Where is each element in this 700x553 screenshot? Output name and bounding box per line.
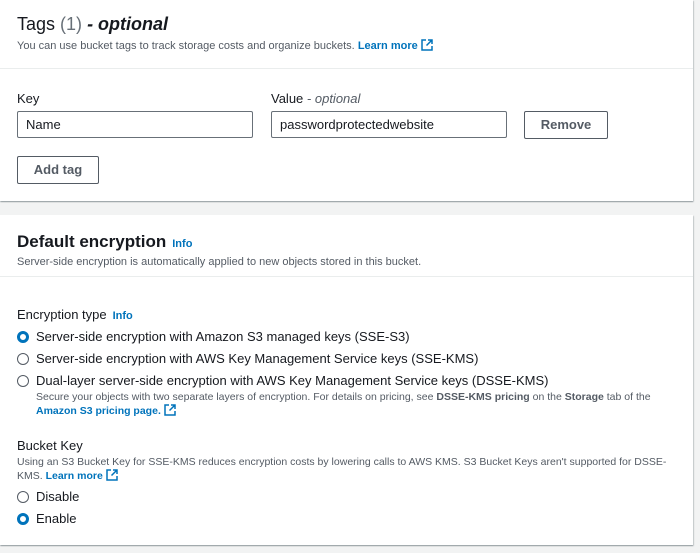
tags-description: You can use bucket tags to track storage… <box>17 39 433 52</box>
external-link-icon <box>420 39 433 51</box>
tags-panel: Tags (1) - optional You can use bucket t… <box>0 0 693 201</box>
tags-optional: - optional <box>87 14 169 34</box>
dsse-kms-pricing-link[interactable]: DSSE-KMS pricing <box>436 391 529 403</box>
encryption-description: Server-side encryption is automatically … <box>17 256 422 268</box>
default-encryption-panel: Default encryption Info Server-side encry… <box>0 215 693 545</box>
external-link-icon <box>106 469 118 481</box>
radio-unselected-icon[interactable] <box>17 374 29 387</box>
encryption-header: Default encryption Info Server-side encry… <box>0 215 693 277</box>
radio-unselected-icon[interactable] <box>17 490 29 503</box>
bucket-key-label: Bucket Key <box>17 438 83 453</box>
encryption-title: Default encryption Info <box>17 232 193 251</box>
value-label: Value - optional <box>271 91 361 106</box>
tag-key-input[interactable]: Name <box>17 111 253 138</box>
s3-pricing-page-link[interactable]: Amazon S3 pricing page. <box>36 404 176 417</box>
external-link-icon <box>164 404 176 416</box>
encryption-type-info-link[interactable]: Info <box>113 310 133 322</box>
encryption-type-label: Encryption type Info <box>17 307 133 322</box>
radio-sse-kms[interactable]: Server-side encryption with AWS Key Mana… <box>17 351 478 366</box>
radio-sse-s3[interactable]: Server-side encryption with Amazon S3 ma… <box>17 329 410 344</box>
tags-title: Tags (1) - optional <box>17 14 169 34</box>
tag-value-input[interactable]: passwordprotectedwebsite <box>271 111 507 138</box>
dsse-kms-description: Secure your objects with two separate la… <box>36 391 651 417</box>
tags-learn-more-link[interactable]: Learn more <box>358 39 433 52</box>
key-label: Key <box>17 91 40 106</box>
radio-unselected-icon[interactable] <box>17 352 29 365</box>
remove-tag-button[interactable]: Remove <box>524 111 608 139</box>
tags-count: (1) <box>60 14 83 34</box>
encryption-info-link[interactable]: Info <box>172 238 192 250</box>
radio-bucket-key-disable[interactable]: Disable <box>17 489 79 504</box>
tags-header: Tags (1) - optional You can use bucket t… <box>0 0 693 69</box>
bucket-key-learn-more-link[interactable]: Learn more <box>46 469 118 482</box>
radio-bucket-key-enable[interactable]: Enable <box>17 511 76 526</box>
radio-selected-icon[interactable] <box>17 330 29 343</box>
radio-selected-icon[interactable] <box>17 512 29 525</box>
bucket-key-description: Using an S3 Bucket Key for SSE-KMS reduc… <box>17 456 667 482</box>
radio-dsse-kms[interactable]: Dual-layer server-side encryption with A… <box>17 373 548 388</box>
add-tag-button[interactable]: Add tag <box>17 156 99 184</box>
